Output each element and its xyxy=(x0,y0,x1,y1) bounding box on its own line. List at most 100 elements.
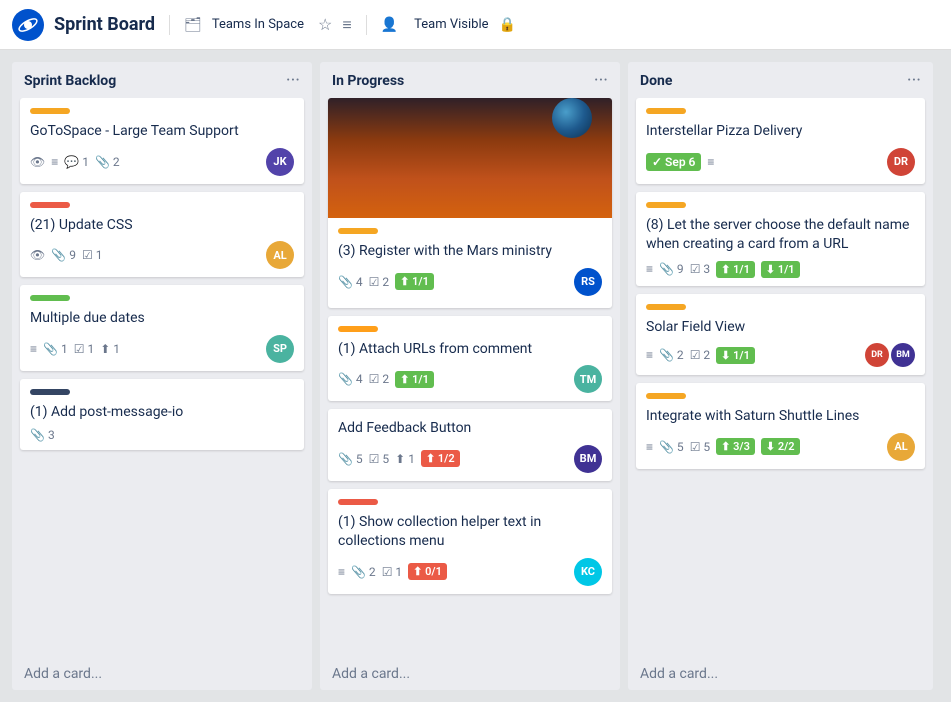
column-header-done: Done ··· xyxy=(628,62,933,98)
card-updatecss[interactable]: (21) Update CSS 👁 📎 9 ☑ 1 AL xyxy=(20,192,304,278)
card-marsministry[interactable]: (3) Register with the Mars ministry 📎 4 … xyxy=(328,98,612,308)
person-icon: 👤 xyxy=(381,17,398,33)
card-label xyxy=(30,295,70,301)
card-row: ✓ Sep 6 ≡ DR xyxy=(646,148,915,176)
card-row: 📎 3 xyxy=(30,428,294,442)
app-logo xyxy=(12,9,44,41)
card-postmessage[interactable]: (1) Add post-message-io 📎 3 xyxy=(20,379,304,451)
badge-green: ⬇ 1/1 xyxy=(716,347,755,364)
menu-icon[interactable]: ≡ xyxy=(342,15,351,35)
card-collection[interactable]: (1) Show collection helper text in colle… xyxy=(328,489,612,594)
card-label xyxy=(646,393,686,399)
column-backlog: Sprint Backlog ··· GoToSpace - Large Tea… xyxy=(12,62,312,690)
card-row: 📎 4 ☑ 2 ⬆ 1/1 TM xyxy=(338,365,602,393)
badge-red: ⬆ 1/2 xyxy=(421,450,460,467)
card-meta: ≡ 📎 9 ☑ 3 ⬆ 1/1 ⬇ 1/1 xyxy=(646,261,915,278)
card-meta: ≡ 📎 5 ☑ 5 ⬆ 3/3 ⬇ 2/2 xyxy=(646,438,887,455)
column-menu-done[interactable]: ··· xyxy=(907,72,921,90)
card-meta: 📎 3 xyxy=(30,428,294,442)
desc-icon: ≡ xyxy=(646,348,653,362)
column-menu-inprogress[interactable]: ··· xyxy=(594,72,608,90)
card-row: ≡ 📎 9 ☑ 3 ⬆ 1/1 ⬇ 1/1 xyxy=(646,261,915,278)
card-solar[interactable]: Solar Field View ≡ 📎 2 ☑ 2 ⬇ 1/1 DR BM xyxy=(636,294,925,376)
avatar: JK xyxy=(266,148,294,176)
eye-icon: 👁 xyxy=(30,155,45,169)
card-meta: 📎 5 ☑ 5 ⬆ 1 ⬆ 1/2 xyxy=(338,450,574,467)
card-meta: ✓ Sep 6 ≡ xyxy=(646,153,887,171)
team-name[interactable]: Teams In Space xyxy=(212,17,304,32)
star-icon[interactable]: ☆ xyxy=(318,15,332,34)
card-title: Interstellar Pizza Delivery xyxy=(646,122,915,142)
avatar: RS xyxy=(574,268,602,296)
card-title: GoToSpace - Large Team Support xyxy=(30,122,294,142)
date-badge: ✓ Sep 6 xyxy=(646,153,701,171)
card-pizza[interactable]: Interstellar Pizza Delivery ✓ Sep 6 ≡ DR xyxy=(636,98,925,184)
attach-count: 📎 9 xyxy=(659,262,684,276)
desc-icon: ≡ xyxy=(707,155,714,169)
card-meta: ≡ 📎 2 ☑ 1 ⬆ 0/1 xyxy=(338,563,574,580)
card-meta: 📎 4 ☑ 2 ⬆ 1/1 xyxy=(338,273,574,290)
add-card-inprogress[interactable]: Add a card... xyxy=(320,658,620,690)
badge-green2: ⬇ 2/2 xyxy=(761,438,800,455)
checklist-count: ☑ 3 xyxy=(690,262,710,276)
card-servername[interactable]: (8) Let the server choose the default na… xyxy=(636,192,925,286)
card-duedates[interactable]: Multiple due dates ≡ 📎 1 ☑ 1 ⬆ 1 SP xyxy=(20,285,304,371)
avatar: AL xyxy=(266,241,294,269)
card-row: 📎 4 ☑ 2 ⬆ 1/1 RS xyxy=(338,268,602,296)
card-feedback[interactable]: Add Feedback Button 📎 5 ☑ 5 ⬆ 1 ⬆ 1/2 BM xyxy=(328,409,612,481)
add-card-backlog[interactable]: Add a card... xyxy=(12,658,312,690)
card-label xyxy=(338,326,378,332)
avatar: BM xyxy=(574,445,602,473)
header-actions: ☆ ≡ xyxy=(318,15,352,35)
column-title-inprogress: In Progress xyxy=(332,73,404,89)
cards-inprogress: (3) Register with the Mars ministry 📎 4 … xyxy=(320,98,620,658)
column-header-backlog: Sprint Backlog ··· xyxy=(12,62,312,98)
card-label xyxy=(646,108,686,114)
attach-count: 📎 2 xyxy=(659,348,684,362)
card-saturn[interactable]: Integrate with Saturn Shuttle Lines ≡ 📎 … xyxy=(636,383,925,469)
column-menu-backlog[interactable]: ··· xyxy=(286,72,300,90)
checklist-count: ☑ 1 xyxy=(82,248,103,262)
card-label xyxy=(30,202,70,208)
card-label xyxy=(338,499,378,505)
comment-count: 💬 1 xyxy=(64,155,89,169)
visibility-label[interactable]: Team Visible xyxy=(414,17,488,32)
attach-count: 📎 5 xyxy=(659,440,684,454)
card-label xyxy=(338,228,378,234)
desc-icon: ≡ xyxy=(30,342,37,356)
card-label xyxy=(30,389,70,395)
avatar-1: DR xyxy=(865,343,889,367)
card-attachurls[interactable]: (1) Attach URLs from comment 📎 4 ☑ 2 ⬆ 1… xyxy=(328,316,612,402)
card-title: (21) Update CSS xyxy=(30,216,294,236)
card-meta: ≡ 📎 1 ☑ 1 ⬆ 1 xyxy=(30,342,266,356)
avatar: AL xyxy=(887,433,915,461)
attach-count: 📎 9 xyxy=(51,248,76,262)
attach-count: 📎 4 xyxy=(338,372,363,386)
column-title-done: Done xyxy=(640,73,672,89)
card-meta: 👁 ≡ 💬 1 📎 2 xyxy=(30,155,266,169)
avatar: SP xyxy=(266,335,294,363)
card-title: (8) Let the server choose the default na… xyxy=(646,216,915,255)
card-row: 👁 ≡ 💬 1 📎 2 JK xyxy=(30,148,294,176)
desc-icon: ≡ xyxy=(338,565,345,579)
card-row: ≡ 📎 2 ☑ 1 ⬆ 0/1 KC xyxy=(338,558,602,586)
card-meta: 📎 4 ☑ 2 ⬆ 1/1 xyxy=(338,371,574,388)
arrow-count: ⬆ 1 xyxy=(100,342,120,356)
card-row: ≡ 📎 1 ☑ 1 ⬆ 1 SP xyxy=(30,335,294,363)
cards-done: Interstellar Pizza Delivery ✓ Sep 6 ≡ DR… xyxy=(628,98,933,658)
add-card-done[interactable]: Add a card... xyxy=(628,658,933,690)
checklist-count: ☑ 1 xyxy=(382,565,402,579)
checklist-count: ☑ 1 xyxy=(74,342,95,356)
upload-count: ⬆ 1 xyxy=(395,452,415,466)
card-title: Integrate with Saturn Shuttle Lines xyxy=(646,407,915,427)
card-label xyxy=(646,202,686,208)
card-title: Add Feedback Button xyxy=(338,419,602,439)
card-gotospace[interactable]: GoToSpace - Large Team Support 👁 ≡ 💬 1 📎… xyxy=(20,98,304,184)
board: Sprint Backlog ··· GoToSpace - Large Tea… xyxy=(0,50,951,702)
header: Sprint Board 🗂 Teams In Space ☆ ≡ 👤 Team… xyxy=(0,0,951,50)
card-title: Solar Field View xyxy=(646,318,915,338)
badge-green: ⬆ 1/1 xyxy=(395,371,434,388)
board-title: Sprint Board xyxy=(54,14,155,35)
card-row: ≡ 📎 2 ☑ 2 ⬇ 1/1 DR BM xyxy=(646,343,915,367)
column-inprogress: In Progress ··· (3) Register with the Ma… xyxy=(320,62,620,690)
